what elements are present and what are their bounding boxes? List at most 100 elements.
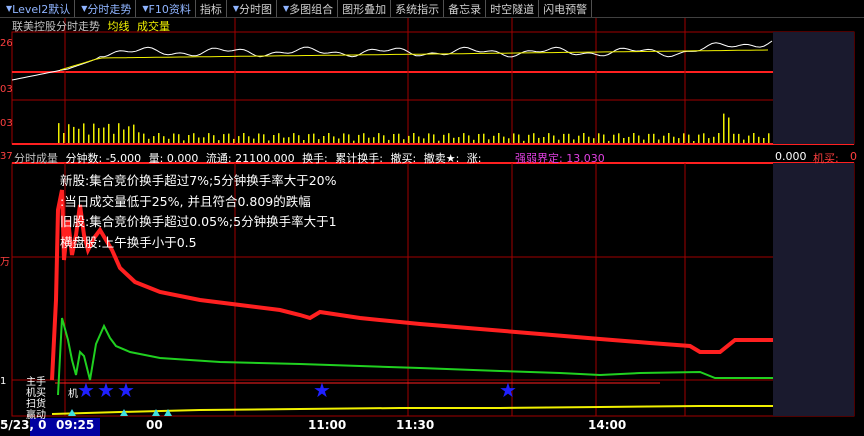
volume-bar	[703, 133, 705, 143]
volume-bar	[203, 137, 205, 143]
volume-bar	[263, 134, 265, 143]
volume-bar	[288, 137, 290, 143]
volume-bar	[233, 138, 235, 143]
volume-bar	[173, 133, 175, 143]
volume-bar	[623, 138, 625, 143]
volume-bar	[383, 135, 385, 143]
price-panel-frame	[11, 31, 855, 145]
vol-label: 成交量	[137, 20, 170, 33]
volume-bar	[763, 138, 765, 143]
volume-bar	[458, 137, 460, 143]
volume-bar	[108, 123, 110, 143]
volume-bar	[628, 136, 630, 143]
volume-bar	[483, 133, 485, 143]
volume-bar	[293, 133, 295, 143]
volume-bar	[728, 117, 730, 143]
volume-bar	[118, 123, 120, 143]
volume-bar	[488, 139, 490, 143]
volume-bar	[683, 133, 685, 143]
volume-bar	[278, 133, 280, 143]
volume-bar	[83, 123, 85, 143]
volume-bar	[163, 136, 165, 143]
volume-bar	[443, 134, 445, 143]
volume-bar	[743, 139, 745, 143]
volume-bar	[88, 134, 90, 143]
ma-label: 均线	[107, 20, 130, 33]
volume-bar	[358, 134, 360, 143]
left-axis-lower-bottom: 1	[0, 376, 7, 387]
volume-bar	[468, 135, 470, 143]
volume-bar	[688, 134, 690, 143]
volume-bar	[478, 134, 480, 143]
volume-bar	[298, 135, 300, 143]
star-marker: ★	[77, 378, 95, 402]
left-axis-vol-top: 03	[0, 118, 13, 129]
volume-bar	[218, 140, 220, 143]
volume-bar	[453, 137, 455, 143]
rise: 涨:	[466, 152, 482, 165]
volume-bar	[588, 136, 590, 143]
time-tick-0: 00	[146, 418, 163, 432]
volume-bar	[508, 138, 510, 143]
volume-bar	[153, 136, 155, 143]
annotation-line-3: 旧股:集合竞价换手超过0.05%;5分钟换手率大于1	[60, 214, 337, 229]
per-min: 分钟数: -5.000	[65, 152, 142, 165]
star-marker: ★	[97, 378, 115, 402]
volume-bar	[348, 134, 350, 143]
volume-bar	[58, 123, 60, 143]
volume-bar	[553, 135, 555, 143]
avg-price-line	[59, 49, 769, 71]
volume-bar	[323, 136, 325, 143]
volume-bar	[228, 133, 230, 143]
volume-bar	[353, 140, 355, 143]
volume-bar	[303, 140, 305, 143]
volume-bar	[413, 133, 415, 143]
volume-bar	[308, 134, 310, 143]
volume-value: 量: 0.000	[148, 152, 199, 165]
volume-bar	[473, 139, 475, 143]
left-axis-price-bottom: 03	[0, 84, 13, 95]
volume-bars	[58, 113, 770, 143]
volume-bar	[248, 136, 250, 143]
volume-bar	[333, 136, 335, 143]
volume-bar	[93, 123, 95, 143]
volume-bar	[133, 124, 135, 143]
volume-bar	[618, 133, 620, 143]
volume-bar	[733, 133, 735, 143]
float-value: 流通: 21100.000	[205, 152, 295, 165]
volume-bar	[328, 133, 330, 143]
left-axis-lower-mid: 万	[0, 257, 10, 268]
volume-bar	[513, 133, 515, 143]
volume-bar	[668, 133, 670, 143]
volume-bar	[428, 133, 430, 143]
volume-bar	[768, 133, 770, 143]
status-row: 分时成量 分钟数: -5.000 量: 0.000 流通: 21100.000 …	[14, 150, 864, 166]
left-axis-price-top: 26	[0, 38, 13, 49]
volume-bar	[128, 126, 130, 143]
volume-bar	[138, 132, 140, 143]
volume-bar	[148, 138, 150, 143]
volume-bar	[748, 135, 750, 143]
volume-bar	[193, 133, 195, 143]
volume-bar	[563, 133, 565, 143]
volume-bar	[198, 137, 200, 143]
volume-bar	[63, 133, 65, 143]
volume-bar	[338, 138, 340, 143]
yellow-indicator-line	[51, 405, 773, 415]
indicator-name: 分时成量	[14, 152, 58, 165]
volume-bar	[643, 139, 645, 143]
volume-bar	[738, 133, 740, 143]
volume-bar	[313, 133, 315, 143]
turnover: 换手:	[302, 152, 328, 165]
volume-bar	[178, 134, 180, 143]
volume-bar	[253, 138, 255, 143]
volume-bar	[213, 135, 215, 143]
stock-title: 联美控股分时走势	[12, 20, 100, 33]
volume-bar	[363, 133, 365, 143]
volume-bar	[388, 139, 390, 143]
small-ji-label: 机	[68, 389, 78, 400]
volume-bar	[753, 133, 755, 143]
volume-bar	[423, 138, 425, 143]
volume-bar	[103, 127, 105, 143]
volume-bar	[418, 136, 420, 143]
